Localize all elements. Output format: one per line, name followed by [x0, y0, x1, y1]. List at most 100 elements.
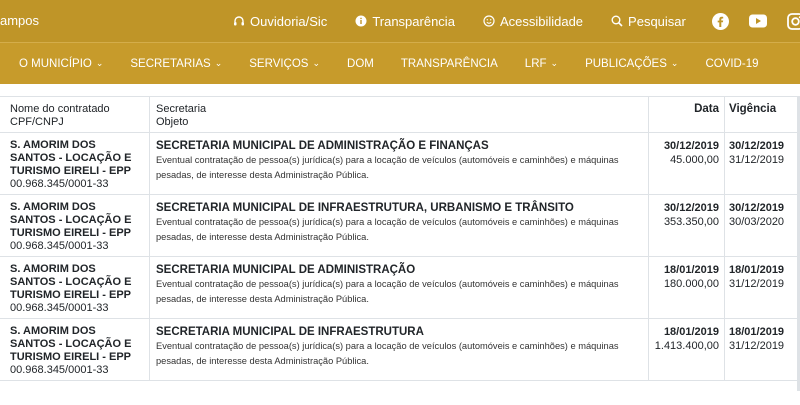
objeto-text: Eventual contratação de pessoa(s) jurídi… [156, 155, 619, 180]
cell-data: 30/12/2019 45.000,00 [649, 133, 725, 194]
nav-label: O MUNICÍPIO [19, 57, 92, 70]
secretaria-name: SECRETARIA MUNICIPAL DE ADMINISTRAÇÃO E … [156, 140, 489, 152]
vigencia-inicio: 30/12/2019 [729, 140, 785, 152]
cell-vigencia: 18/01/2019 31/12/2019 [725, 257, 800, 318]
top-bar: ampos Ouvidoria/Sic Transparência Acessi… [0, 0, 800, 42]
smile-icon [483, 15, 495, 27]
headset-icon [234, 16, 244, 26]
contract-value: 180.000,00 [663, 278, 719, 290]
contracts-table: Nome do contratado CPF/CNPJ Secretaria O… [0, 96, 800, 381]
nav-label: DOM [347, 57, 374, 70]
chevron-down-icon: ⌄ [214, 58, 223, 68]
social-links [692, 0, 800, 42]
objeto-text: Eventual contratação de pessoa(s) jurídi… [156, 217, 619, 242]
acessibilidade-label: Acessibilidade [499, 13, 584, 29]
nav-municipio[interactable]: O MUNICÍPIO ⌄ [19, 58, 103, 70]
site-name[interactable]: ampos [0, 13, 39, 28]
header-vigencia[interactable]: Vigência [725, 97, 800, 132]
nav-lrf[interactable]: LRF ⌄ [525, 58, 558, 70]
top-links: Ouvidoria/Sic Transparência Acessibilida… [233, 0, 714, 42]
cell-contratado: S. AMORIM DOS SANTOS - LOCAÇÃO E TURISMO… [0, 257, 150, 318]
youtube-icon[interactable] [749, 14, 767, 28]
instagram-icon[interactable] [787, 12, 800, 30]
pesquisar-label: Pesquisar [628, 13, 686, 29]
chevron-down-icon: ⌄ [312, 58, 321, 68]
cell-vigencia: 18/01/2019 31/12/2019 [725, 319, 800, 380]
contract-date: 18/01/2019 [663, 326, 719, 338]
contratado-cnpj: 00.968.345/0001-33 [10, 364, 109, 376]
table-row[interactable]: S. AMORIM DOS SANTOS - LOCAÇÃO E TURISMO… [0, 133, 800, 195]
cell-secretaria: SECRETARIA MUNICIPAL DE ADMINISTRAÇÃO Ev… [150, 257, 649, 318]
secretaria-name: SECRETARIA MUNICIPAL DE INFRAESTRUTURA, … [156, 202, 574, 214]
table-row[interactable]: S. AMORIM DOS SANTOS - LOCAÇÃO E TURISMO… [0, 257, 800, 319]
vigencia-inicio: 30/12/2019 [729, 202, 785, 214]
nav-label: TRANSPARÊNCIA [400, 57, 498, 70]
secretaria-name: SECRETARIA MUNICIPAL DE ADMINISTRAÇÃO [156, 264, 416, 276]
chevron-down-icon: ⌄ [95, 58, 104, 68]
acessibilidade-link[interactable]: Acessibilidade [483, 14, 583, 29]
header-data[interactable]: Data [649, 97, 725, 132]
nav-label: COVID-19 [705, 57, 759, 70]
secretaria-name: SECRETARIA MUNICIPAL DE INFRAESTRUTURA [156, 326, 424, 338]
contratado-cnpj: 00.968.345/0001-33 [10, 302, 109, 314]
vigencia-fim: 31/12/2019 [729, 278, 785, 290]
vigencia-inicio: 18/01/2019 [729, 326, 785, 338]
contract-date: 18/01/2019 [663, 264, 719, 276]
cell-secretaria: SECRETARIA MUNICIPAL DE INFRAESTRUTURA E… [150, 319, 649, 380]
cell-vigencia: 30/12/2019 31/12/2019 [725, 133, 800, 194]
nav-label: SECRETARIAS [130, 57, 211, 70]
header-secretaria-label: Secretaria [156, 103, 207, 115]
contract-value: 45.000,00 [670, 154, 719, 166]
info-icon [355, 15, 367, 27]
cell-data: 30/12/2019 353.350,00 [649, 195, 725, 256]
vigencia-fim: 31/12/2019 [729, 154, 785, 166]
pesquisar-link[interactable]: Pesquisar [611, 14, 686, 29]
nav-label: LRF [524, 57, 547, 70]
nav-dom[interactable]: DOM [347, 58, 374, 70]
cell-secretaria: SECRETARIA MUNICIPAL DE INFRAESTRUTURA, … [150, 195, 649, 256]
nav-secretarias[interactable]: SECRETARIAS ⌄ [130, 58, 222, 70]
facebook-icon[interactable] [712, 12, 729, 30]
contract-value: 1.413.400,00 [654, 340, 719, 352]
table-row[interactable]: S. AMORIM DOS SANTOS - LOCAÇÃO E TURISMO… [0, 319, 800, 381]
cell-vigencia: 30/12/2019 30/03/2020 [725, 195, 800, 256]
contratado-name: S. AMORIM DOS SANTOS - LOCAÇÃO E TURISMO… [10, 325, 132, 363]
vigencia-fim: 30/03/2020 [729, 216, 785, 228]
table-row[interactable]: S. AMORIM DOS SANTOS - LOCAÇÃO E TURISMO… [0, 195, 800, 257]
cell-data: 18/01/2019 180.000,00 [649, 257, 725, 318]
contratado-cnpj: 00.968.345/0001-33 [10, 240, 109, 252]
vigencia-inicio: 18/01/2019 [729, 264, 785, 276]
contratado-name: S. AMORIM DOS SANTOS - LOCAÇÃO E TURISMO… [10, 263, 132, 301]
table-header: Nome do contratado CPF/CNPJ Secretaria O… [0, 97, 800, 133]
contract-value: 353.350,00 [663, 216, 719, 228]
header-secretaria: Secretaria Objeto [150, 97, 649, 132]
ouvidoria-link[interactable]: Ouvidoria/Sic [233, 14, 327, 29]
cell-contratado: S. AMORIM DOS SANTOS - LOCAÇÃO E TURISMO… [0, 133, 150, 194]
contratado-cnpj: 00.968.345/0001-33 [10, 178, 109, 190]
chevron-down-icon: ⌄ [550, 58, 559, 68]
nav-label: PUBLICAÇÕES [585, 57, 667, 70]
contratado-name: S. AMORIM DOS SANTOS - LOCAÇÃO E TURISMO… [10, 201, 132, 239]
ouvidoria-label: Ouvidoria/Sic [250, 13, 328, 29]
main-nav: O MUNICÍPIO ⌄ SECRETARIAS ⌄ SERVIÇOS ⌄ DOM … [0, 42, 800, 84]
header-objeto: Objeto [156, 116, 189, 128]
transparencia-label: Transparência [372, 13, 455, 29]
nav-covid[interactable]: COVID-19 [705, 58, 758, 70]
contract-date: 30/12/2019 [663, 202, 719, 214]
nav-servicos[interactable]: SERVIÇOS ⌄ [249, 58, 320, 70]
header-nome: Nome do contratado [10, 103, 110, 115]
vigencia-fim: 31/12/2019 [729, 340, 785, 352]
cell-secretaria: SECRETARIA MUNICIPAL DE ADMINISTRAÇÃO E … [150, 133, 649, 194]
cell-data: 18/01/2019 1.413.400,00 [649, 319, 725, 380]
transparencia-link[interactable]: Transparência [355, 14, 455, 29]
cell-contratado: S. AMORIM DOS SANTOS - LOCAÇÃO E TURISMO… [0, 195, 150, 256]
search-icon [611, 15, 623, 27]
nav-publicacoes[interactable]: PUBLICAÇÕES ⌄ [585, 58, 678, 70]
objeto-text: Eventual contratação de pessoa(s) jurídi… [156, 341, 619, 366]
header-cnpj: CPF/CNPJ [10, 116, 64, 128]
chevron-down-icon: ⌄ [670, 58, 679, 68]
objeto-text: Eventual contratação de pessoa(s) jurídi… [156, 279, 619, 304]
contract-date: 30/12/2019 [663, 140, 719, 152]
contratado-name: S. AMORIM DOS SANTOS - LOCAÇÃO E TURISMO… [10, 139, 132, 177]
nav-transparencia[interactable]: TRANSPARÊNCIA [401, 58, 498, 70]
